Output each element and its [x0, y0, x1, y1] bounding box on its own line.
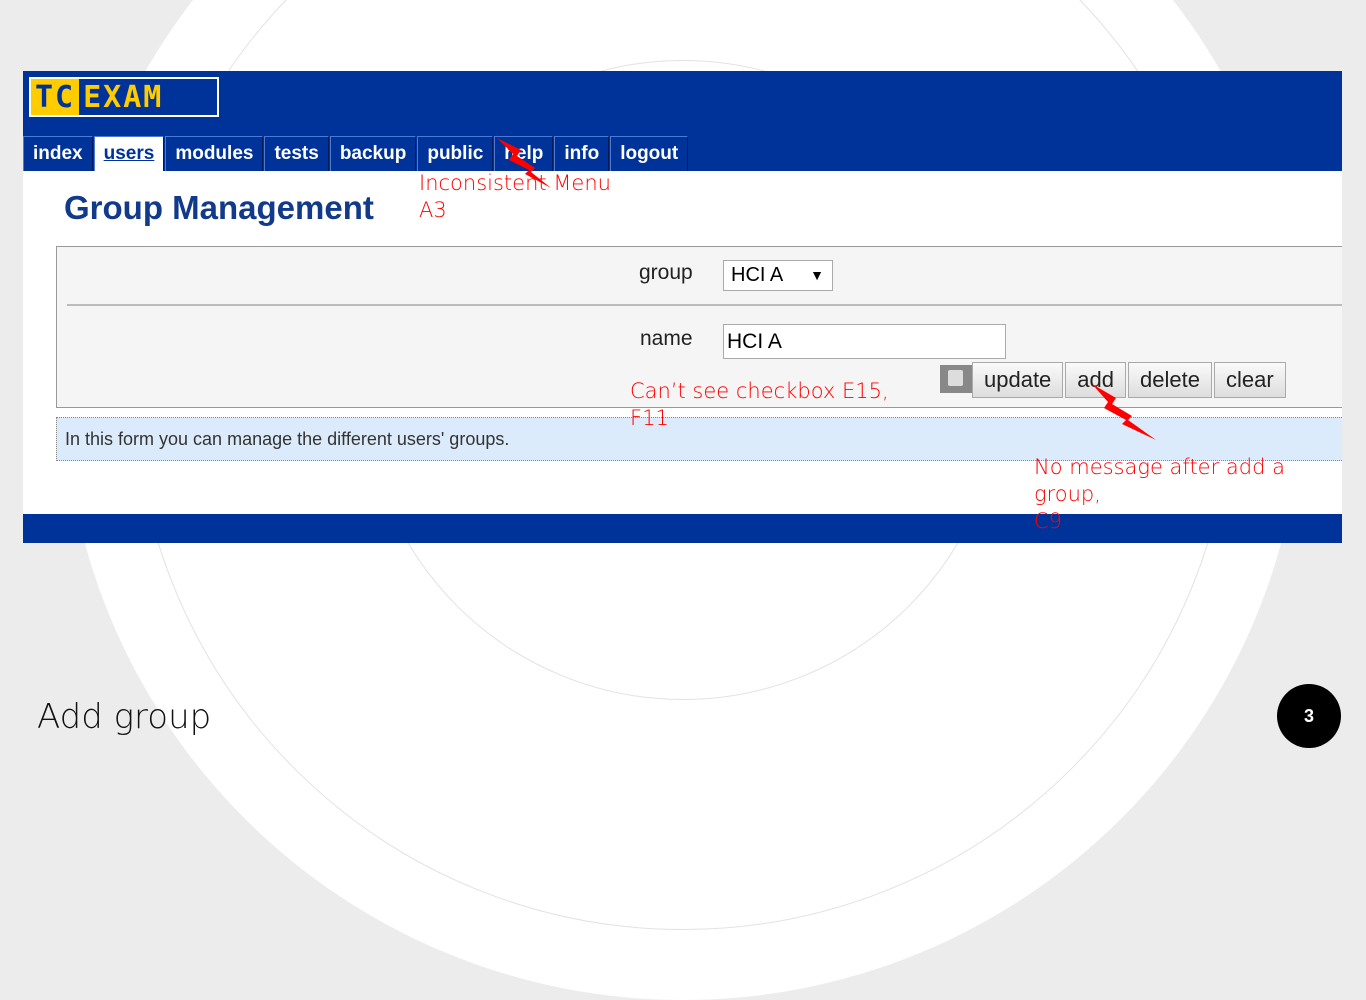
annotation-checkbox: Can’t see checkbox E15, F11 [630, 379, 889, 430]
header: TC EXAM index users modules tests backup … [23, 71, 1342, 171]
page-number-badge: 3 [1277, 684, 1341, 748]
name-label: name [640, 327, 693, 350]
main-menu: index users modules tests backup public … [23, 136, 689, 171]
slide-title: Add group [37, 697, 212, 737]
confirm-checkbox[interactable] [940, 365, 973, 393]
page-title: Group Management [64, 189, 374, 226]
menu-backup[interactable]: backup [329, 136, 417, 171]
menu-public[interactable]: public [417, 136, 494, 171]
clear-button[interactable]: clear [1213, 362, 1286, 398]
divider [67, 304, 1342, 306]
group-select[interactable]: HCI A ▼ [723, 260, 833, 291]
group-label: group [639, 261, 693, 284]
tcexam-logo: TC EXAM [29, 77, 219, 117]
update-button[interactable]: update [972, 362, 1064, 398]
menu-info[interactable]: info [554, 136, 610, 171]
menu-users[interactable]: users [93, 136, 165, 171]
menu-modules[interactable]: modules [165, 136, 264, 171]
menu-tests[interactable]: tests [264, 136, 329, 171]
annotation-message: No message after add a group, C9 [1034, 455, 1285, 533]
lightning-icon [1092, 384, 1156, 440]
annotation-menu: Inconsistent Menu A3 [419, 171, 611, 222]
name-input[interactable]: HCI A [723, 324, 1006, 359]
chevron-down-icon: ▼ [810, 267, 824, 283]
menu-index[interactable]: index [23, 136, 93, 171]
menu-logout[interactable]: logout [610, 136, 689, 171]
